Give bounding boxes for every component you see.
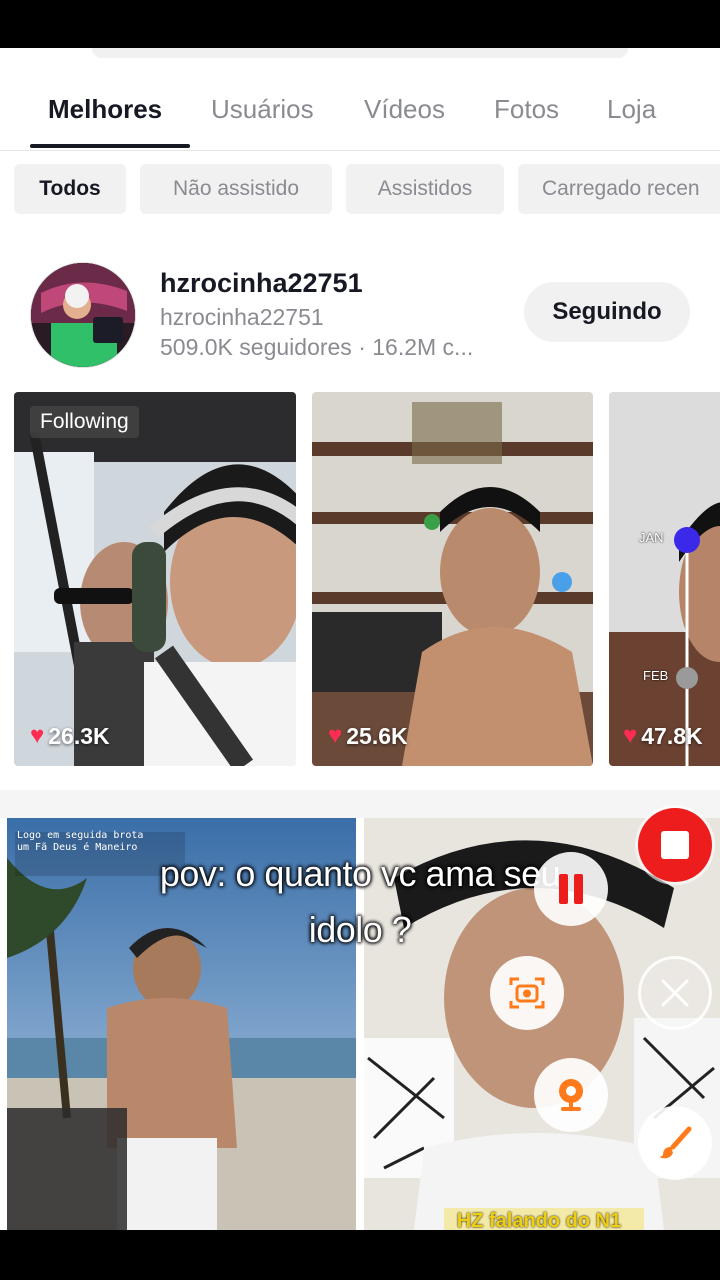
overlay-caption: pov: o quanto vc ama seu idolo ? bbox=[0, 846, 720, 958]
filter-nao-assistido[interactable]: Não assistido bbox=[140, 164, 332, 214]
like-count: ♥ 26.3K bbox=[30, 722, 110, 749]
timeline-label-feb: FEB bbox=[643, 668, 669, 683]
stop-recording-button[interactable] bbox=[638, 808, 712, 882]
tab-videos[interactable]: Vídeos bbox=[364, 94, 445, 125]
video-thumbnail[interactable]: ♥ 25.6K bbox=[312, 392, 593, 766]
tab-fotos[interactable]: Fotos bbox=[494, 94, 559, 125]
video-thumbnail[interactable]: JAN FEB ♥ 47.8K bbox=[609, 392, 720, 766]
active-tab-indicator bbox=[30, 144, 190, 148]
heart-icon: ♥ bbox=[328, 722, 343, 749]
filter-chips: Todos Não assistido Assistidos Carregado… bbox=[0, 164, 720, 216]
tab-melhores[interactable]: Melhores bbox=[48, 94, 162, 125]
filter-todos[interactable]: Todos bbox=[14, 164, 126, 214]
user-stats: 509.0K seguidores · 16.2M c... bbox=[160, 334, 474, 360]
status-bar bbox=[0, 0, 720, 48]
bottom-bar bbox=[0, 1230, 720, 1280]
video-thumbnail-image bbox=[312, 392, 593, 766]
close-recorder-button[interactable] bbox=[638, 956, 712, 1030]
webcam-icon bbox=[559, 1079, 583, 1111]
user-handle: hzrocinha22751 bbox=[160, 304, 324, 330]
following-badge: Following bbox=[30, 406, 139, 438]
section-divider bbox=[0, 790, 720, 818]
like-count: ♥ 25.6K bbox=[328, 722, 408, 749]
brush-icon bbox=[659, 1126, 692, 1159]
avatar[interactable] bbox=[30, 262, 136, 368]
stop-icon bbox=[661, 831, 689, 859]
filter-carregado-recentemente[interactable]: Carregado recen bbox=[518, 164, 720, 214]
heart-icon: ♥ bbox=[30, 722, 45, 749]
tab-usuarios[interactable]: Usuários bbox=[211, 94, 314, 125]
screenshot-button[interactable] bbox=[490, 956, 564, 1030]
video-thumbnail[interactable]: Following ♥ 26.3K bbox=[14, 392, 296, 766]
results-tabs: Melhores Usuários Vídeos Fotos Loja bbox=[0, 88, 720, 151]
facecam-button[interactable] bbox=[534, 1058, 608, 1132]
pause-icon bbox=[559, 874, 583, 904]
video-thumbnail-image bbox=[609, 392, 720, 766]
filter-assistidos[interactable]: Assistidos bbox=[346, 164, 504, 214]
heart-icon: ♥ bbox=[623, 722, 638, 749]
like-count: ♥ 47.8K bbox=[623, 722, 703, 749]
brush-tool-button[interactable] bbox=[638, 1106, 712, 1180]
close-icon bbox=[661, 979, 689, 1007]
search-results-page: Melhores Usuários Vídeos Fotos Loja Todo… bbox=[0, 48, 720, 1230]
timeline-label-jan: JAN bbox=[639, 530, 664, 545]
tile-caption: HZ falando do N1 bbox=[456, 1210, 622, 1230]
overlay-caption-line-1: pov: o quanto vc ama seu bbox=[159, 853, 561, 894]
overlay-caption-line-2: idolo ? bbox=[308, 909, 412, 950]
username[interactable]: hzrocinha22751 bbox=[160, 268, 363, 299]
tab-loja[interactable]: Loja bbox=[607, 94, 656, 125]
video-thumbnail-image bbox=[14, 392, 296, 766]
following-button[interactable]: Seguindo bbox=[524, 282, 690, 342]
camera-icon bbox=[509, 977, 545, 1009]
search-bar[interactable] bbox=[92, 48, 628, 58]
pause-recording-button[interactable] bbox=[534, 852, 608, 926]
user-result[interactable]: hzrocinha22751 hzrocinha22751 509.0K seg… bbox=[0, 260, 720, 370]
